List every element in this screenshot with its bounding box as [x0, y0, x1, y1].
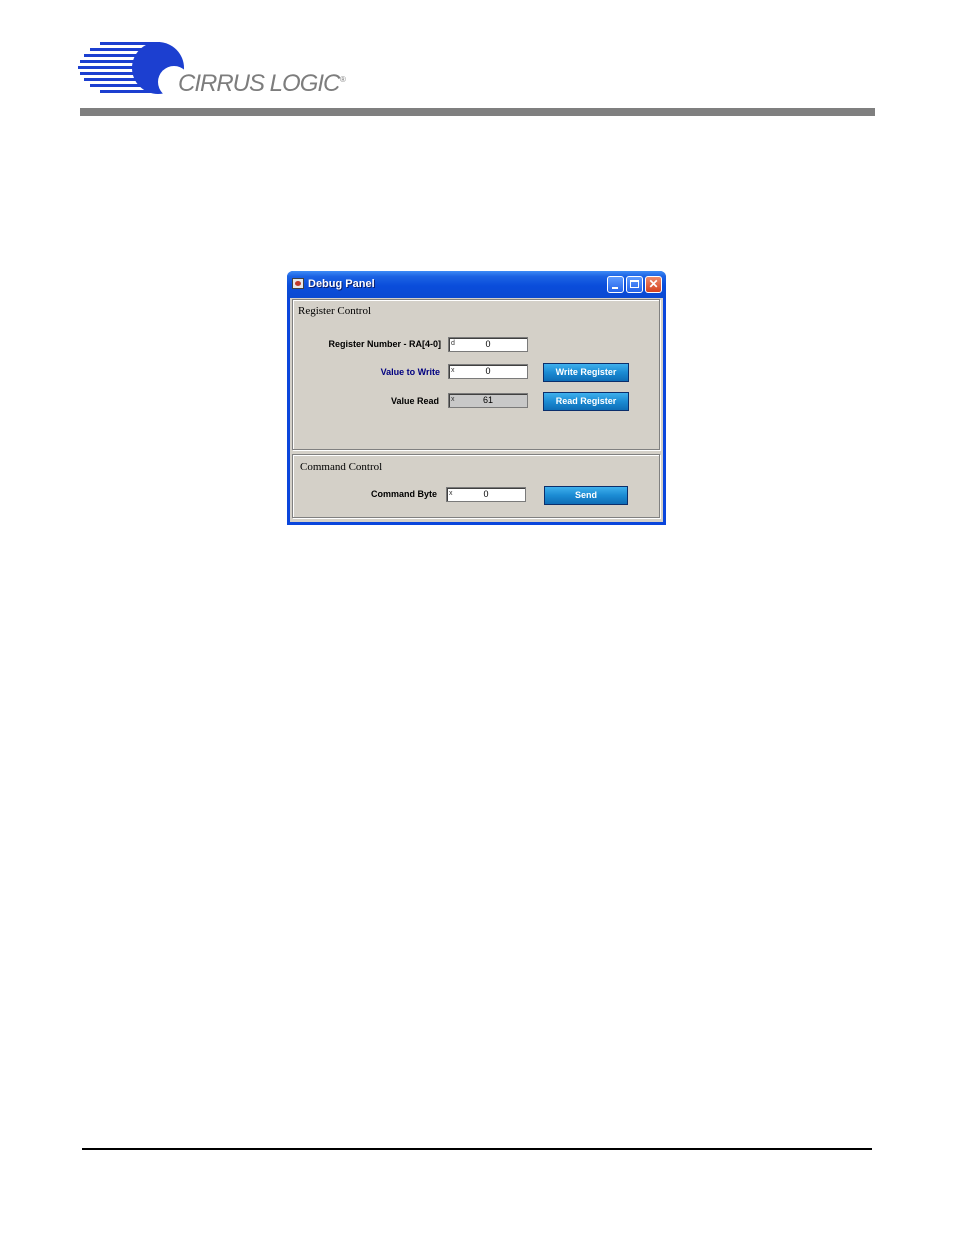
register-number-value: 0 — [485, 339, 491, 349]
register-control-group: Register Control Register Number - RA[4-… — [292, 299, 660, 450]
value-to-write-input[interactable]: x 0 — [448, 364, 528, 379]
window-titlebar[interactable]: Debug Panel ✕ — [287, 271, 666, 298]
window-client-area: Register Control Register Number - RA[4-… — [290, 298, 663, 522]
close-button[interactable]: ✕ — [645, 276, 662, 293]
register-control-title: Register Control — [298, 305, 372, 317]
header-rule — [80, 108, 875, 116]
command-byte-input[interactable]: x 0 — [446, 487, 526, 502]
value-to-write-label: Value to Write — [380, 367, 440, 377]
cirrus-logic-logo: CIRRUS LOGIC ® — [78, 38, 358, 100]
value-to-write-value: 0 — [485, 366, 491, 376]
register-number-label: Register Number - RA[4-0] — [328, 339, 441, 349]
cirrus-logic-swirl-icon — [78, 42, 188, 98]
send-button[interactable]: Send — [544, 486, 628, 505]
value-read-field: x 61 — [448, 393, 528, 408]
footer-rule — [82, 1148, 872, 1150]
command-control-group: Command Control Command Byte x 0 Send — [292, 454, 660, 518]
command-byte-label: Command Byte — [370, 489, 437, 499]
value-read-label: Value Read — [390, 396, 439, 406]
command-byte-value: 0 — [483, 489, 489, 499]
register-number-input[interactable]: d 0 — [448, 337, 528, 352]
close-icon: ✕ — [648, 277, 659, 291]
window-title: Debug Panel — [308, 278, 375, 290]
debug-panel-window: Debug Panel ✕ Register Control Register … — [287, 271, 666, 525]
read-register-button[interactable]: Read Register — [543, 392, 629, 411]
write-register-button[interactable]: Write Register — [543, 363, 629, 382]
maximize-button[interactable] — [626, 276, 643, 293]
value-read-value: 61 — [482, 395, 493, 405]
command-control-title: Command Control — [300, 461, 383, 473]
brand-name: CIRRUS LOGIC — [178, 70, 340, 97]
app-icon[interactable] — [292, 278, 304, 289]
minimize-button[interactable] — [607, 276, 624, 293]
trademark-symbol: ® — [340, 75, 346, 84]
